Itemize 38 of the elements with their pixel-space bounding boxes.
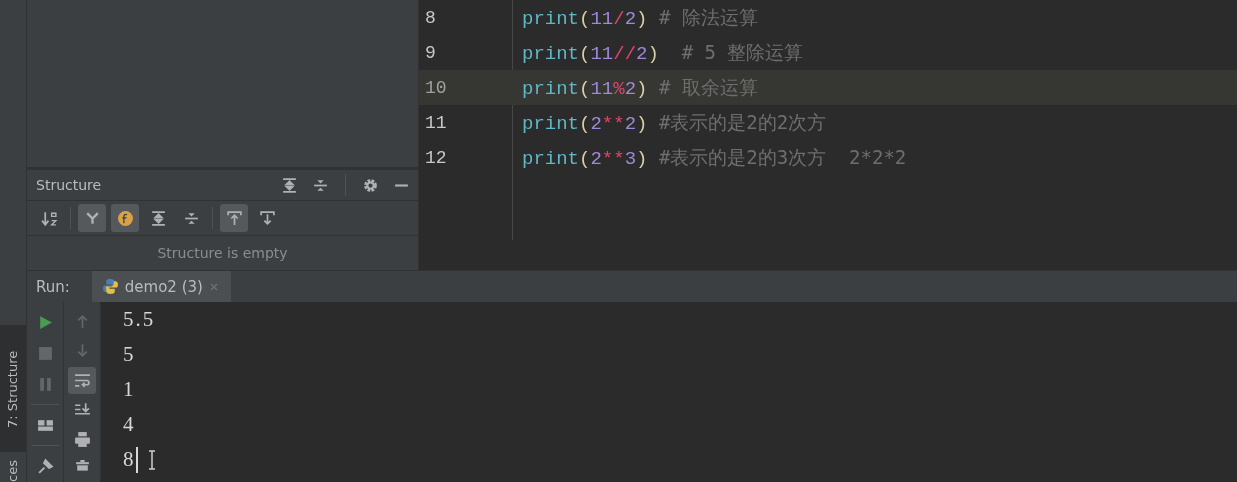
line-number: 9 (424, 42, 437, 63)
toggle-button[interactable] (111, 204, 139, 232)
soft-wrap-icon[interactable] (73, 371, 91, 389)
panel-title: Structure (36, 177, 102, 193)
toggle-button[interactable] (78, 204, 106, 232)
python-icon (101, 278, 119, 295)
console-output: 5.5 (123, 307, 156, 332)
sort-alpha-icon[interactable] (40, 209, 58, 227)
empty-message: Structure is empty (157, 245, 288, 261)
run-tab[interactable]: demo2 (3) (91, 271, 231, 302)
side-tab[interactable]: 7: Structure (0, 325, 26, 452)
code-line: print(11/2) # 除法运算 (521, 4, 758, 31)
settings-icon[interactable] (362, 176, 379, 194)
panel-label: Run: (35, 277, 71, 296)
code-line: print(11%2) # 取余运算 (521, 74, 758, 101)
line-number: 10 (424, 77, 448, 98)
printer-icon[interactable] (73, 430, 91, 448)
toggle-button[interactable] (220, 204, 248, 232)
code-line: print(2**2) #表示的是2的2次方 (521, 109, 827, 136)
line-number: 12 (424, 147, 448, 168)
console-output: 1 (123, 377, 136, 402)
text-cursor-icon (147, 449, 156, 470)
side-tab[interactable]: ces (0, 452, 26, 482)
expand-all-icon[interactable] (281, 176, 298, 194)
toolbar-button[interactable] (68, 367, 96, 394)
line-number: 11 (424, 112, 448, 133)
autoscroll-down-icon[interactable] (258, 209, 276, 227)
function-icon[interactable] (116, 209, 134, 227)
console-output: 8 (123, 447, 136, 472)
console-output: 4 (123, 412, 136, 437)
code-line: print(2**3) #表示的是2的3次方 2*2*2 (521, 144, 907, 171)
pin-icon[interactable] (36, 457, 54, 475)
text-caret (135, 446, 138, 473)
console-output: 5 (123, 342, 136, 367)
code-line: print(11//2) # 5 整除运算 (521, 39, 804, 66)
line-number: 8 (424, 7, 437, 28)
expand-all-icon[interactable] (149, 209, 167, 227)
autoscroll-up-icon[interactable] (225, 209, 243, 227)
